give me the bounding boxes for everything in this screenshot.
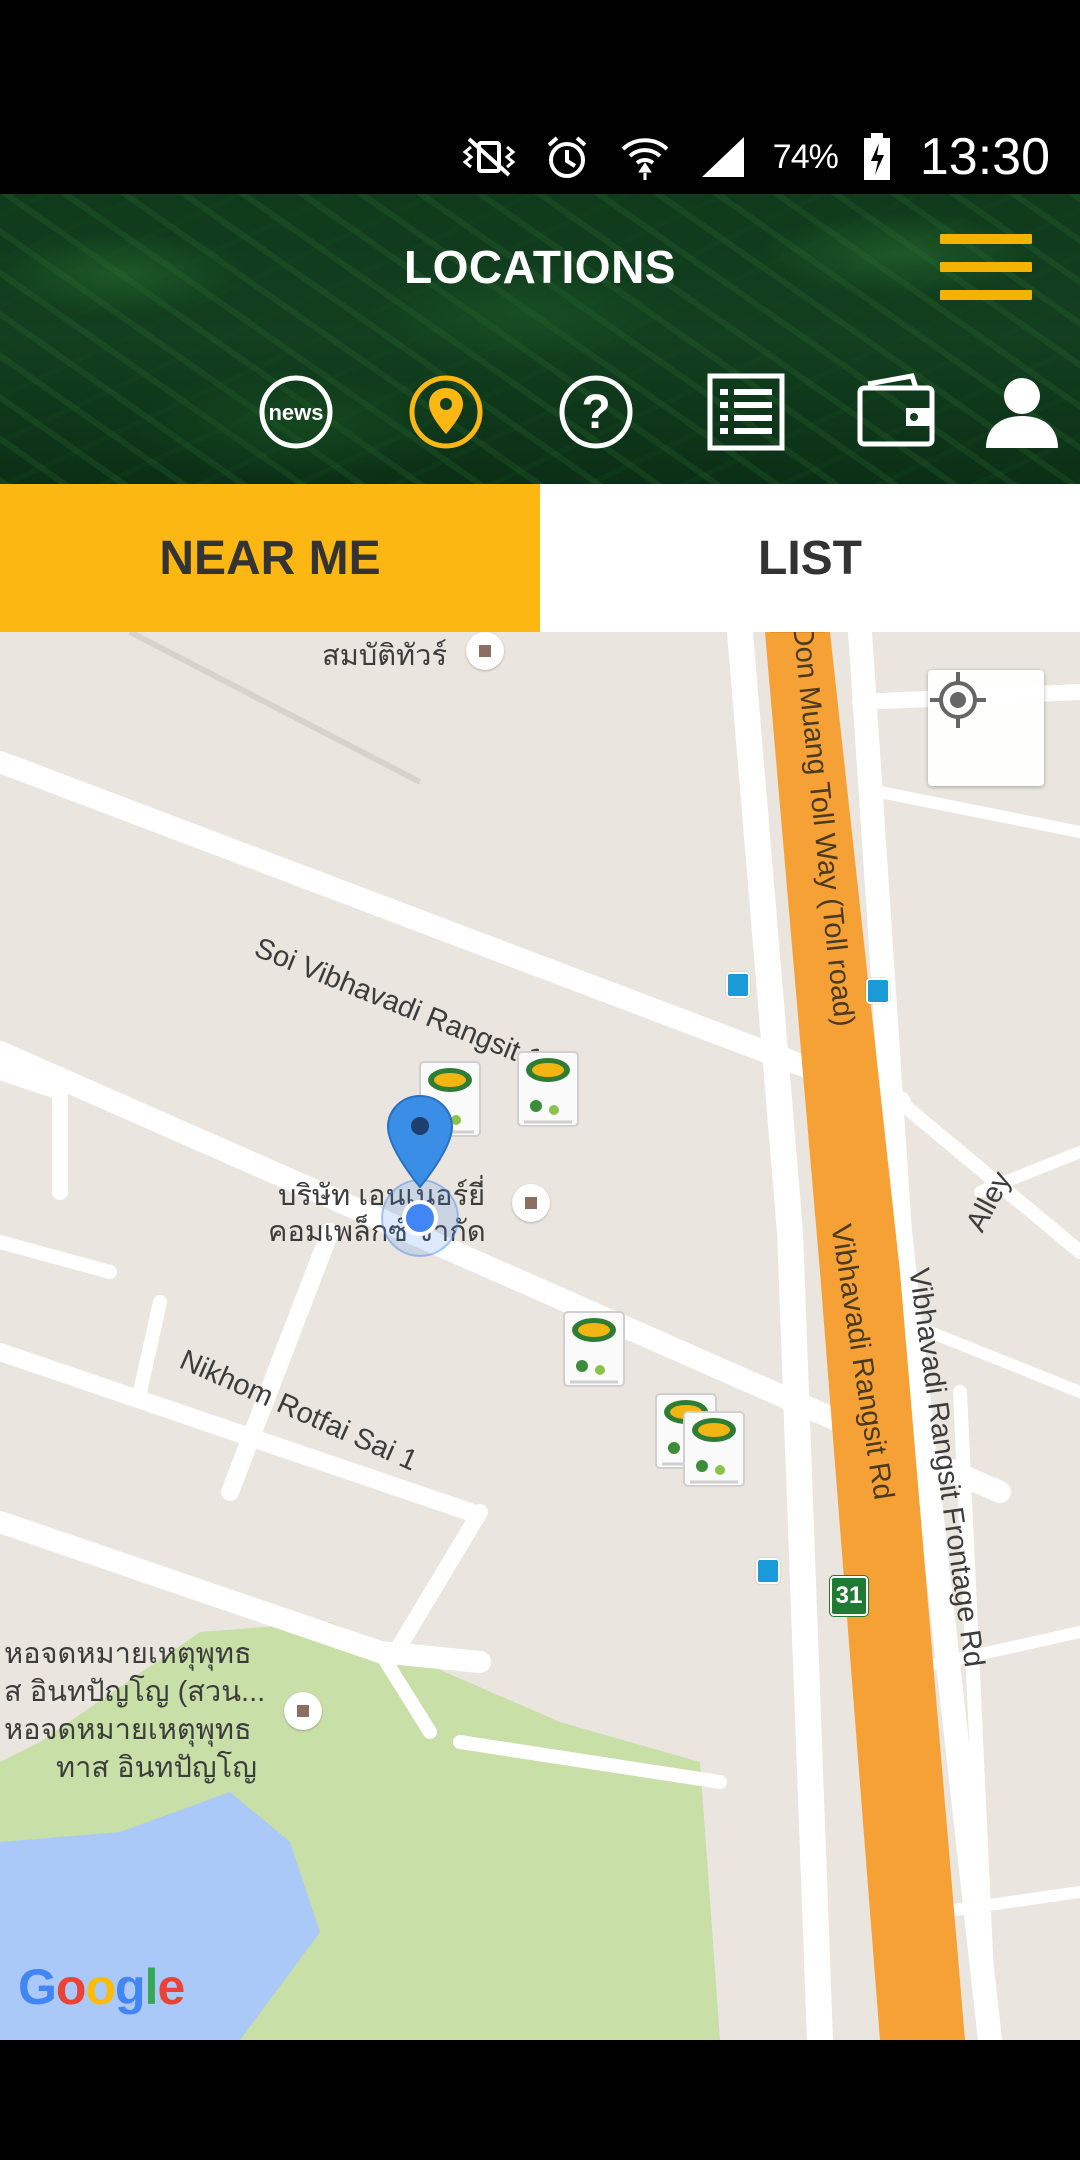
- tab-near-me[interactable]: NEAR ME: [0, 484, 540, 632]
- status-bar: 74% 13:30: [0, 120, 1080, 194]
- help-label: ?: [581, 386, 610, 439]
- hamburger-menu-icon[interactable]: [940, 234, 1032, 300]
- location-pin-icon[interactable]: [404, 370, 488, 454]
- alarm-icon: [539, 129, 595, 185]
- poi-label-library-4: ทาส อินทปัญโญ: [56, 1752, 257, 1784]
- user-icon[interactable]: [980, 370, 1064, 454]
- app-header: LOCATIONS news ?: [0, 194, 1080, 484]
- map-view[interactable]: สมบัติทัวร์ Soi Vibhavadi Rangsit 1 บริษ…: [0, 632, 1080, 2040]
- question-icon[interactable]: ?: [554, 370, 638, 454]
- poi-marker-library[interactable]: [284, 1692, 322, 1730]
- route-shield: 31: [830, 1576, 868, 1616]
- store-marker-icon[interactable]: [560, 1306, 628, 1392]
- clock: 13:30: [919, 128, 1050, 186]
- battery-charging-icon: [860, 129, 894, 185]
- battery-percent: 74%: [772, 137, 839, 176]
- nav-bar: news ?: [250, 370, 1060, 460]
- page-title: LOCATIONS: [404, 241, 676, 293]
- poi-marker-tour[interactable]: [466, 632, 504, 670]
- segment-tabs: NEAR ME LIST: [0, 484, 1080, 632]
- signal-icon: [695, 129, 751, 185]
- poi-label-tour: สมบัติทัวร์: [322, 640, 448, 672]
- list-icon[interactable]: [704, 370, 788, 454]
- store-marker-icon[interactable]: [514, 1046, 582, 1132]
- top-black-bar: [0, 0, 1080, 120]
- wifi-icon: [617, 129, 673, 185]
- store-marker-icon[interactable]: [680, 1406, 748, 1492]
- bus-stop-icon[interactable]: [756, 1558, 780, 1584]
- poi-marker-company[interactable]: [512, 1184, 550, 1222]
- news-label: news: [268, 400, 323, 425]
- bus-stop-icon[interactable]: [726, 972, 750, 998]
- wallet-icon[interactable]: [854, 370, 938, 454]
- current-location-pin-icon[interactable]: [370, 1092, 470, 1272]
- bus-stop-icon[interactable]: [866, 978, 890, 1004]
- bottom-black-bar: [0, 2040, 1080, 2160]
- vibrate-mute-icon: [461, 129, 517, 185]
- crosshair-icon: [930, 672, 986, 728]
- my-location-button[interactable]: [928, 670, 1044, 786]
- tab-list[interactable]: LIST: [540, 484, 1080, 632]
- google-logo: Google: [18, 1959, 185, 2015]
- news-icon[interactable]: news: [254, 370, 338, 454]
